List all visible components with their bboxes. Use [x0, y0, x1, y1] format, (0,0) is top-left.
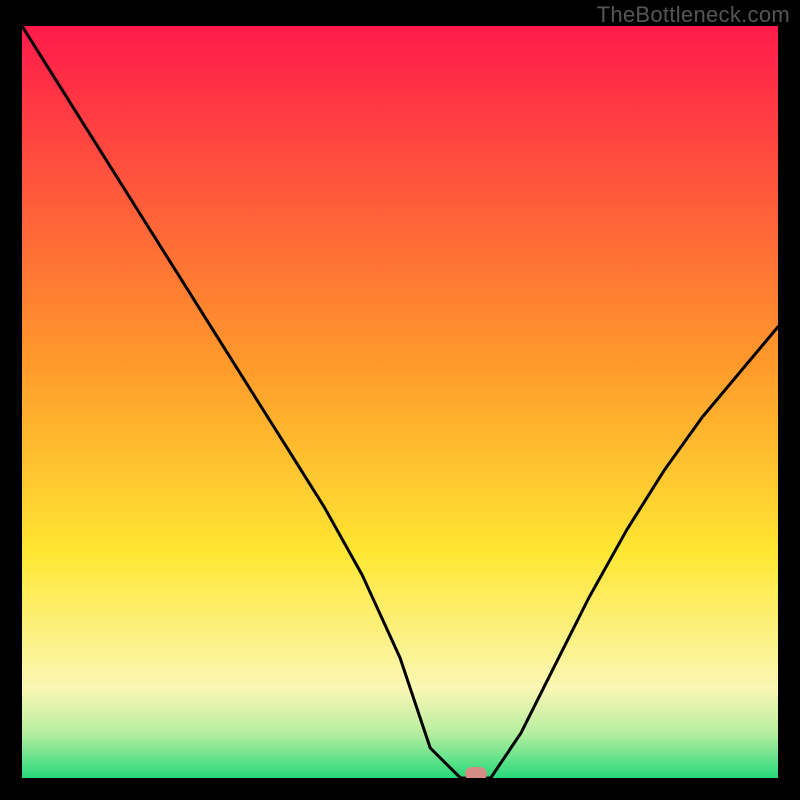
plot-area: [22, 26, 778, 778]
gradient-background: [22, 26, 778, 778]
optimal-marker: [465, 767, 487, 778]
chart-svg: [22, 26, 778, 778]
chart-frame: TheBottleneck.com: [0, 0, 800, 800]
watermark-text: TheBottleneck.com: [597, 2, 790, 28]
